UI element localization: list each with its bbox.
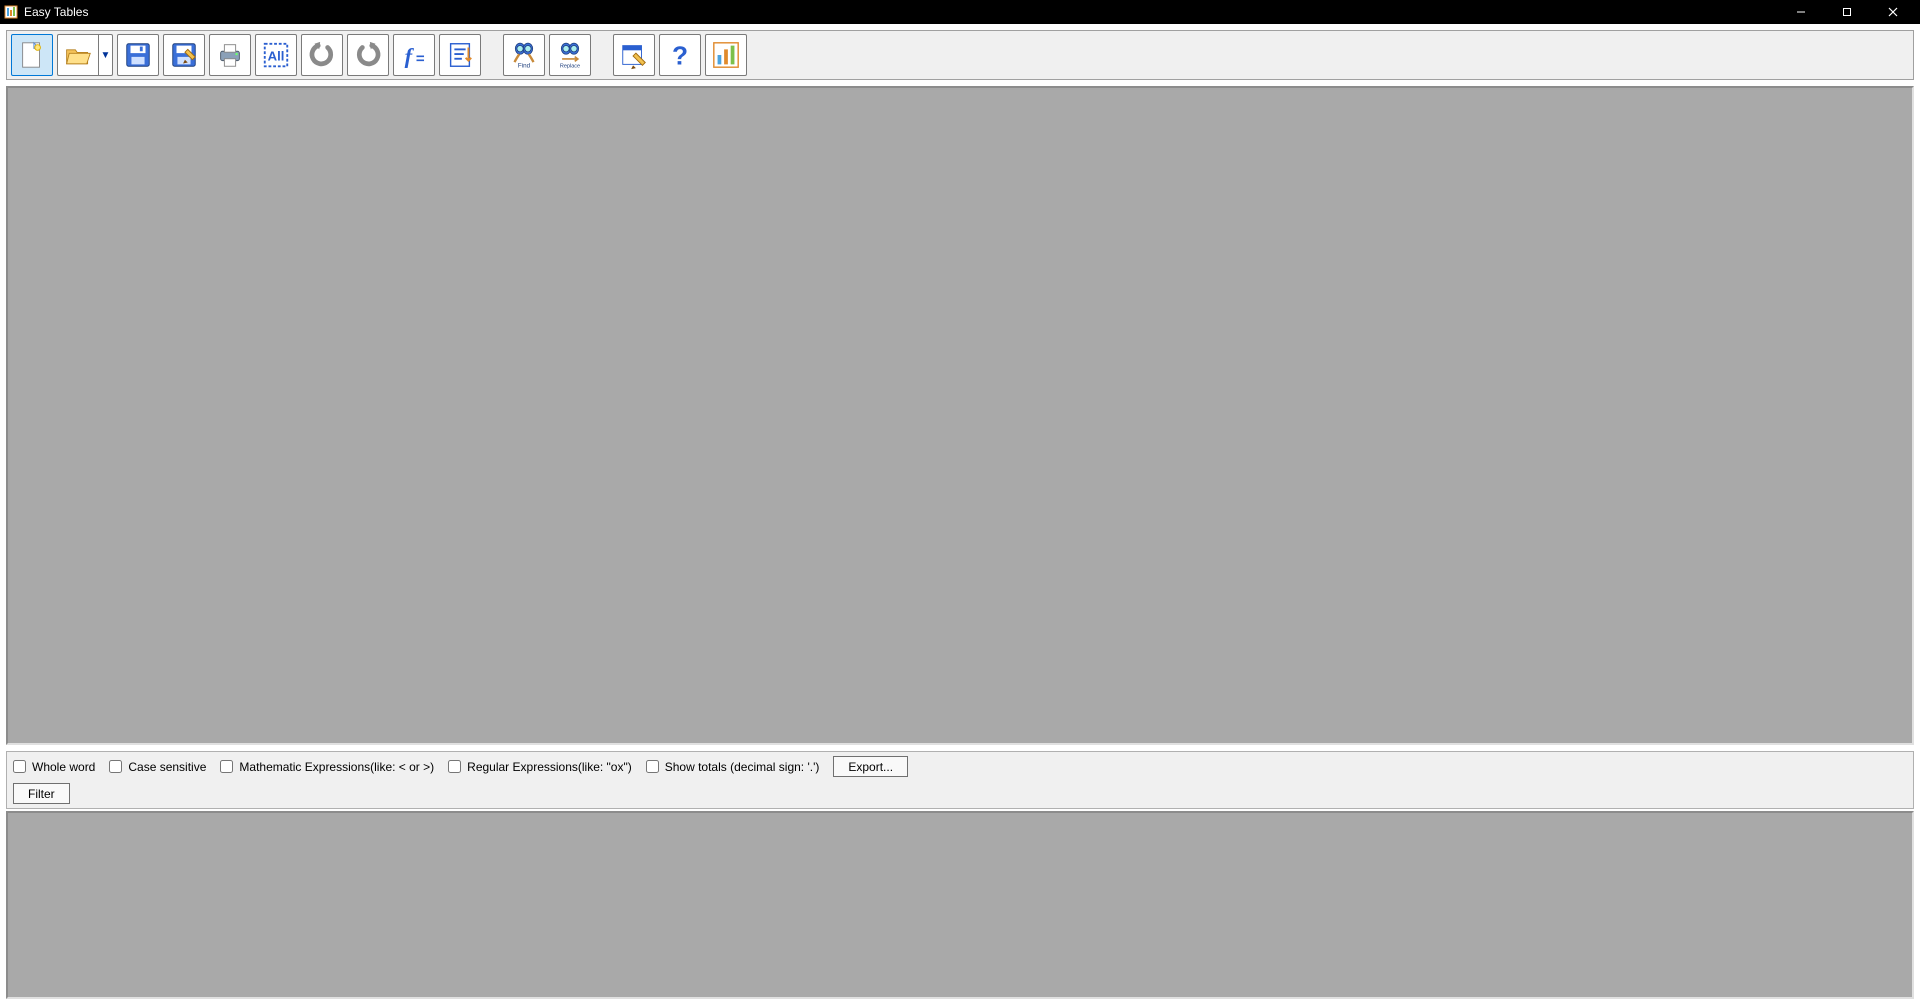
maximize-button[interactable] — [1824, 0, 1870, 24]
select-all-button[interactable]: All — [255, 34, 297, 76]
window-title: Easy Tables — [24, 5, 88, 19]
filter-button[interactable]: Filter — [13, 783, 70, 804]
sort-button[interactable] — [439, 34, 481, 76]
regex-checkbox[interactable] — [448, 760, 461, 773]
case-sensitive-checkbox[interactable] — [109, 760, 122, 773]
regex-label: Regular Expressions(like: "ox") — [467, 760, 632, 774]
show-totals-checkbox[interactable] — [646, 760, 659, 773]
main-grid-area[interactable] — [6, 86, 1914, 745]
minimize-button[interactable] — [1778, 0, 1824, 24]
results-grid-area[interactable] — [6, 811, 1914, 999]
options-button[interactable] — [613, 34, 655, 76]
open-button[interactable]: ▼ — [57, 34, 113, 76]
app-body: ▼ All f= Find Replace — [0, 24, 1920, 1003]
open-dropdown-icon[interactable]: ▼ — [98, 35, 112, 75]
find-caption: Find — [518, 63, 531, 70]
svg-text:All: All — [268, 49, 285, 64]
formula-button[interactable]: f= — [393, 34, 435, 76]
redo-button[interactable] — [347, 34, 389, 76]
whole-word-checkbox[interactable] — [13, 760, 26, 773]
filter-options-bar: Whole word Case sensitive Mathematic Exp… — [6, 751, 1914, 809]
svg-text:Replace: Replace — [560, 64, 580, 70]
whole-word-label: Whole word — [32, 760, 95, 774]
svg-text:f: f — [405, 43, 415, 68]
show-totals-label: Show totals (decimal sign: '.') — [665, 760, 820, 774]
titlebar: Easy Tables — [0, 0, 1920, 24]
find-button[interactable]: Find — [503, 34, 545, 76]
help-button[interactable]: ? — [659, 34, 701, 76]
math-expressions-label: Mathematic Expressions(like: < or >) — [239, 760, 434, 774]
toolbar: ▼ All f= Find Replace — [6, 30, 1914, 80]
print-button[interactable] — [209, 34, 251, 76]
export-button[interactable]: Export... — [833, 756, 908, 777]
chart-button[interactable] — [705, 34, 747, 76]
svg-text:?: ? — [672, 40, 688, 70]
case-sensitive-label: Case sensitive — [128, 760, 206, 774]
new-button[interactable] — [11, 34, 53, 76]
undo-button[interactable] — [301, 34, 343, 76]
svg-text:=: = — [416, 50, 425, 67]
replace-button[interactable]: Replace — [549, 34, 591, 76]
close-button[interactable] — [1870, 0, 1916, 24]
edit-table-button[interactable] — [163, 34, 205, 76]
math-expressions-checkbox[interactable] — [220, 760, 233, 773]
app-icon — [4, 5, 18, 19]
save-button[interactable] — [117, 34, 159, 76]
